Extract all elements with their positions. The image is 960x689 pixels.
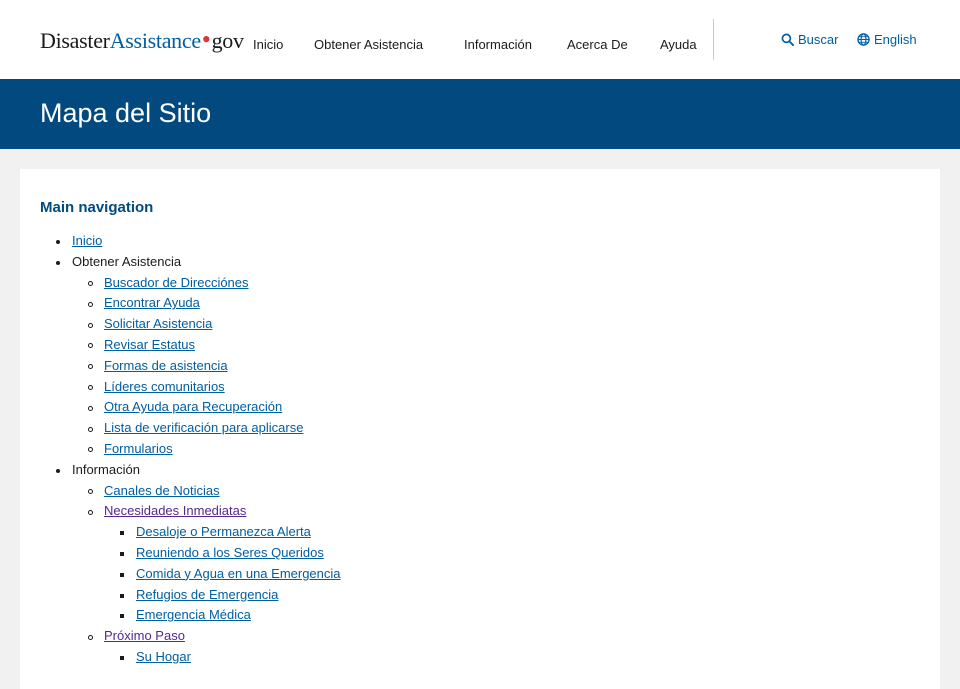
- logo-text-gov: gov: [211, 28, 244, 53]
- sitemap-item: Comida y Agua en una Emergencia: [40, 564, 920, 585]
- list-bullet: [88, 426, 93, 432]
- sitemap-item: Necesidades Inmediatas: [40, 501, 920, 522]
- sitemap-link[interactable]: Desaloje o Permanezca Alerta: [136, 524, 311, 539]
- sitemap-item: Inicio: [40, 231, 920, 252]
- list-bullet: [120, 572, 124, 577]
- sitemap-link[interactable]: Formas de asistencia: [104, 358, 228, 373]
- sitemap-item: Formularios: [40, 439, 920, 460]
- sitemap-card: Main navigation Inicio Obtener Asistencia…: [20, 169, 940, 689]
- sitemap-item: Revisar Estatus: [40, 335, 920, 356]
- list-bullet: [88, 343, 93, 349]
- sitemap-item: Refugios de Emergencia: [40, 585, 920, 606]
- sitemap-item: Formas de asistencia: [40, 356, 920, 377]
- site-logo[interactable]: DisasterAssistance•gov: [40, 25, 244, 54]
- list-bullet: [88, 634, 93, 640]
- list-bullet: [120, 531, 124, 536]
- sitemap-item: Otra Ayuda para Recuperación: [40, 397, 920, 418]
- sitemap-item: Información: [40, 460, 920, 481]
- list-bullet: [88, 364, 93, 370]
- sitemap-item: Lista de verificación para aplicarse: [40, 418, 920, 439]
- search-label: Buscar: [798, 32, 839, 47]
- search-button[interactable]: Buscar: [781, 32, 838, 47]
- language-label: English: [874, 32, 917, 47]
- sitemap-item: Emergencia Médica: [40, 605, 920, 626]
- list-bullet: [88, 509, 93, 515]
- sitemap-list: Inicio Obtener Asistencia Buscador de Dire…: [40, 231, 920, 668]
- sitemap-item: Desaloje o Permanezca Alerta: [40, 522, 920, 543]
- list-bullet: [56, 240, 60, 244]
- nav-obtener-asistencia[interactable]: Obtener Asistencia: [314, 37, 423, 52]
- sitemap-link[interactable]: Próximo Paso: [104, 628, 185, 643]
- list-bullet: [56, 468, 60, 473]
- list-bullet: [88, 281, 93, 287]
- nav-acerca-de[interactable]: Acerca De: [567, 37, 628, 52]
- sitemap-item: Próximo Paso: [40, 626, 920, 647]
- sitemap-link[interactable]: Necesidades Inmediatas: [104, 503, 246, 518]
- sitemap-section-label: Información: [72, 461, 140, 477]
- sitemap-link[interactable]: Buscador de Direcciónes: [104, 275, 249, 290]
- sitemap-item: Reuniendo a los Seres Queridos: [40, 543, 920, 564]
- nav-inicio[interactable]: Inicio: [253, 37, 283, 52]
- list-bullet: [88, 489, 93, 495]
- logo-text-disaster: Disaster: [40, 28, 110, 53]
- sitemap-link[interactable]: Su Hogar: [136, 649, 191, 664]
- sitemap-link[interactable]: Otra Ayuda para Recuperación: [104, 399, 282, 414]
- sitemap-item: Canales de Noticias: [40, 481, 920, 502]
- list-bullet: [88, 385, 93, 391]
- list-bullet: [120, 614, 124, 619]
- list-bullet: [120, 655, 124, 660]
- nav-divider: [713, 19, 714, 60]
- sitemap-link[interactable]: Refugios de Emergencia: [136, 587, 278, 602]
- sitemap-link[interactable]: Canales de Noticias: [104, 483, 220, 498]
- page-title: Mapa del Sitio: [40, 98, 212, 128]
- sitemap-item: Solicitar Asistencia: [40, 314, 920, 335]
- list-bullet: [56, 260, 60, 265]
- list-bullet: [88, 447, 93, 453]
- list-bullet: [120, 593, 124, 598]
- sitemap-link[interactable]: Encontrar Ayuda: [104, 295, 200, 310]
- sitemap-item: Buscador de Direcciónes: [40, 273, 920, 294]
- sitemap-link[interactable]: Líderes comunitarios: [104, 379, 225, 394]
- language-toggle[interactable]: English: [857, 32, 917, 47]
- sitemap-link[interactable]: Formularios: [104, 441, 173, 456]
- sitemap-link[interactable]: Inicio: [72, 233, 102, 248]
- sitemap-section-label: Obtener Asistencia: [72, 253, 182, 269]
- sitemap-item: Líderes comunitarios: [40, 377, 920, 398]
- nav-informacion[interactable]: Información: [464, 37, 532, 52]
- sitemap-link[interactable]: Lista de verificación para aplicarse: [104, 420, 303, 435]
- sitemap-link[interactable]: Emergencia Médica: [136, 607, 251, 622]
- site-header: DisasterAssistance•gov Inicio Obtener As…: [0, 0, 960, 79]
- globe-icon: [857, 33, 870, 46]
- list-bullet: [120, 551, 124, 556]
- sitemap-link[interactable]: Reuniendo a los Seres Queridos: [136, 545, 324, 560]
- list-bullet: [88, 301, 93, 307]
- main-navigation-heading: Main navigation: [40, 199, 154, 216]
- sitemap-item: Obtener Asistencia: [40, 252, 920, 273]
- nav-ayuda[interactable]: Ayuda: [660, 37, 697, 52]
- sitemap-link[interactable]: Solicitar Asistencia: [104, 316, 212, 331]
- logo-dot: •: [201, 25, 211, 54]
- list-bullet: [88, 405, 93, 411]
- sitemap-item: Su Hogar: [40, 647, 920, 668]
- search-icon: [781, 33, 794, 46]
- page-banner: Mapa del Sitio: [0, 79, 960, 149]
- list-bullet: [88, 322, 93, 328]
- sitemap-link[interactable]: Comida y Agua en una Emergencia: [136, 566, 341, 581]
- logo-text-assistance: Assistance: [109, 28, 201, 53]
- sitemap-item: Encontrar Ayuda: [40, 293, 920, 314]
- sitemap-link[interactable]: Revisar Estatus: [104, 337, 195, 352]
